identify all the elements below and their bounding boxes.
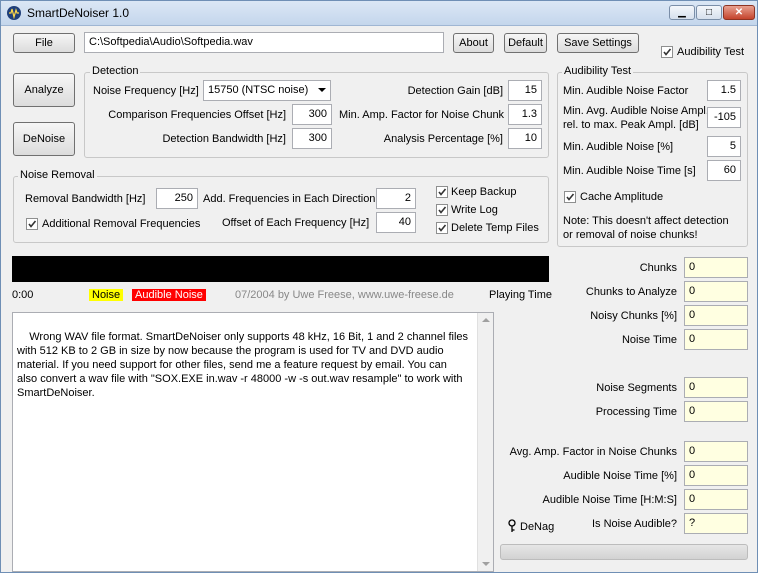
stat-label: Avg. Amp. Factor in Noise Chunks xyxy=(509,446,677,458)
stat-value: 0 xyxy=(684,329,748,350)
min-amp-factor-field[interactable]: 1.3 xyxy=(508,104,542,125)
min-noise-time-label: Min. Audible Noise Time [s] xyxy=(563,165,696,177)
stat-value: 0 xyxy=(684,465,748,486)
stat-value: 0 xyxy=(684,281,748,302)
min-noise-factor-label: Min. Audible Noise Factor xyxy=(563,85,689,97)
noise-timeline[interactable] xyxy=(12,256,549,282)
stat-value: 0 xyxy=(684,489,748,510)
app-window: SmartDeNoiser 1.0 ▁ □ ✕ File C:\Softpedi… xyxy=(0,0,758,573)
noise-removal-group-title: Noise Removal xyxy=(18,169,97,181)
noise-frequency-value: 15750 (NTSC noise) xyxy=(208,84,309,96)
save-settings-button[interactable]: Save Settings xyxy=(557,33,639,53)
log-scrollbar[interactable] xyxy=(477,313,493,571)
key-icon[interactable] xyxy=(506,519,518,533)
waveform-icon xyxy=(7,6,21,20)
delete-temp-checkbox[interactable] xyxy=(436,222,448,234)
frequency-offset-label: Offset of Each Frequency [Hz] xyxy=(222,217,370,229)
maximize-button[interactable]: □ xyxy=(696,5,722,20)
analysis-percentage-field[interactable]: 10 xyxy=(508,128,542,149)
frequency-offset-field[interactable]: 40 xyxy=(376,212,416,233)
min-noise-pct-field[interactable]: 5 xyxy=(707,136,741,157)
stat-label: Chunks xyxy=(639,262,677,274)
add-frequencies-label: Add. Frequencies in Each Direction xyxy=(203,193,376,205)
stat-label: Processing Time xyxy=(595,406,677,418)
stat-value: 0 xyxy=(684,305,748,326)
audibility-test-checkbox[interactable] xyxy=(661,46,673,58)
close-icon: ✕ xyxy=(734,7,744,18)
audibility-test-group-title: Audibility Test xyxy=(562,65,634,77)
analysis-percentage-label: Analysis Percentage [%] xyxy=(383,133,503,145)
log-output[interactable]: Wrong WAV file format. SmartDeNoiser onl… xyxy=(12,312,494,572)
window-title: SmartDeNoiser 1.0 xyxy=(27,6,130,20)
min-noise-time-field[interactable]: 60 xyxy=(707,160,741,181)
min-avg-noise-field[interactable]: -105 xyxy=(707,107,741,128)
stat-value: 0 xyxy=(684,441,748,462)
denag-label[interactable]: DeNag xyxy=(520,521,554,533)
detection-gain-label: Detection Gain [dB] xyxy=(407,85,503,97)
min-amp-factor-label: Min. Amp. Factor for Noise Chunk xyxy=(339,109,505,121)
minimize-icon: ▁ xyxy=(678,7,686,18)
min-noise-factor-field[interactable]: 1.5 xyxy=(707,80,741,101)
cache-amplitude-checkbox[interactable] xyxy=(564,191,576,203)
title-bar: SmartDeNoiser 1.0 ▁ □ ✕ xyxy=(1,1,757,26)
credit-text: 07/2004 by Uwe Freese, www.uwe-freese.de xyxy=(235,289,454,301)
comparison-offset-field[interactable]: 300 xyxy=(292,104,332,125)
denoise-button[interactable]: DeNoise xyxy=(13,122,75,156)
write-log-label: Write Log xyxy=(451,204,498,216)
min-avg-noise-label-1: Min. Avg. Audible Noise Ampl. xyxy=(563,105,709,117)
minimize-button[interactable]: ▁ xyxy=(669,5,695,20)
noise-frequency-label: Noise Frequency [Hz] xyxy=(93,85,199,97)
detection-group-title: Detection xyxy=(90,65,141,77)
write-log-checkbox[interactable] xyxy=(436,204,448,216)
audibility-test-label: Audibility Test xyxy=(677,46,745,58)
detection-gain-field[interactable]: 15 xyxy=(508,80,542,101)
noise-frequency-select[interactable]: 15750 (NTSC noise) xyxy=(203,80,331,101)
analyze-button[interactable]: Analyze xyxy=(13,73,75,107)
stat-value: 0 xyxy=(684,257,748,278)
stat-label: Noisy Chunks [%] xyxy=(590,310,677,322)
log-text: Wrong WAV file format. SmartDeNoiser onl… xyxy=(17,331,468,399)
additional-removal-label: Additional Removal Frequencies xyxy=(42,218,201,230)
delete-temp-label: Delete Temp Files xyxy=(451,222,539,234)
min-avg-noise-label-2: rel. to max. Peak Ampl. [dB] xyxy=(563,119,699,131)
stat-label: Noise Time xyxy=(621,334,677,346)
stat-label: Audible Noise Time [H:M:S] xyxy=(542,494,678,506)
comparison-offset-label: Comparison Frequencies Offset [Hz] xyxy=(108,109,286,121)
scroll-down-icon[interactable] xyxy=(482,562,490,566)
stat-value: 0 xyxy=(684,377,748,398)
default-button[interactable]: Default xyxy=(504,33,547,53)
progress-bar xyxy=(500,544,748,560)
removal-bandwidth-label: Removal Bandwidth [Hz] xyxy=(25,193,146,205)
about-button[interactable]: About xyxy=(453,33,494,53)
close-button[interactable]: ✕ xyxy=(723,5,755,20)
detection-bandwidth-label: Detection Bandwidth [Hz] xyxy=(162,133,286,145)
stat-label: Chunks to Analyze xyxy=(585,286,677,298)
noise-legend: Noise xyxy=(89,289,124,301)
stat-label: Audible Noise Time [%] xyxy=(563,470,677,482)
file-path-field[interactable]: C:\Softpedia\Audio\Softpedia.wav xyxy=(84,32,444,53)
removal-bandwidth-field[interactable]: 250 xyxy=(156,188,198,209)
audible-noise-legend: Audible Noise xyxy=(132,289,206,301)
keep-backup-checkbox[interactable] xyxy=(436,186,448,198)
add-frequencies-field[interactable]: 2 xyxy=(376,188,416,209)
chevron-down-icon xyxy=(318,88,326,92)
audibility-note-line-1: Note: This doesn't affect detection xyxy=(563,215,729,227)
file-button[interactable]: File xyxy=(13,33,75,53)
timeline-time: 0:00 xyxy=(12,289,34,301)
stat-value: ? xyxy=(684,513,748,534)
min-noise-pct-label: Min. Audible Noise [%] xyxy=(563,141,674,153)
audibility-note-line-2: or removal of noise chunks! xyxy=(563,229,698,241)
detection-bandwidth-field[interactable]: 300 xyxy=(292,128,332,149)
keep-backup-label: Keep Backup xyxy=(451,186,517,198)
maximize-icon: □ xyxy=(705,7,713,18)
stat-label: Noise Segments xyxy=(596,382,677,394)
cache-amplitude-label: Cache Amplitude xyxy=(580,191,664,203)
additional-removal-checkbox[interactable] xyxy=(26,218,38,230)
stat-value: 0 xyxy=(684,401,748,422)
